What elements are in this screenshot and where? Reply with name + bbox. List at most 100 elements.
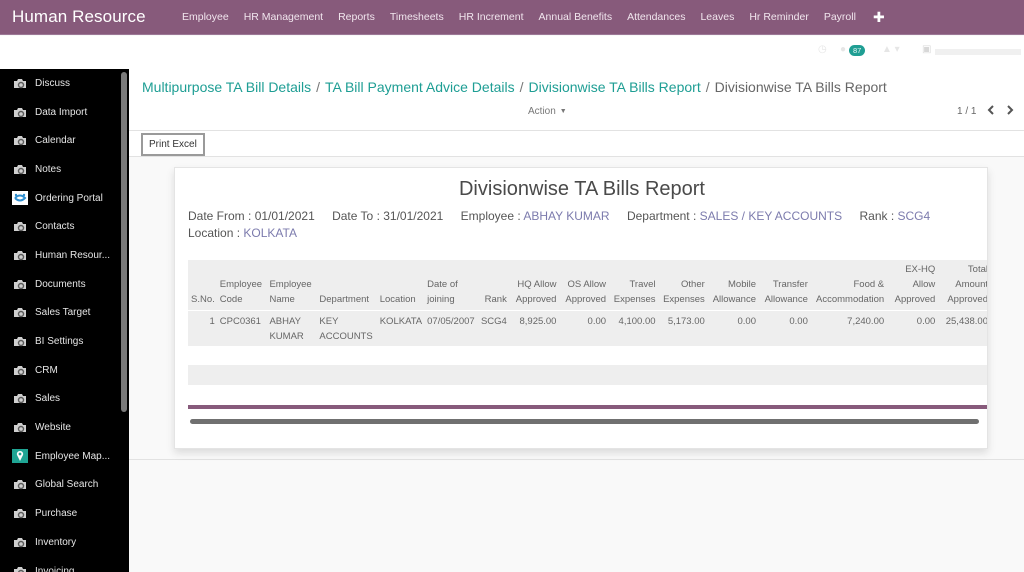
column-header: Food & Accommodation (809, 260, 887, 311)
sidebar-item-employee-map[interactable]: Employee Map... (0, 442, 129, 471)
menu-item-hr-increment[interactable]: HR Increment (459, 11, 524, 23)
sidebar-item-human-resour[interactable]: Human Resour... (0, 241, 129, 270)
cell-food-accommodation: 7,240.00 (809, 310, 887, 346)
sidebar-item-calendar[interactable]: Calendar (0, 126, 129, 155)
cell-department: KEY ACCOUNTS (316, 310, 377, 346)
sidebar-item-inventory[interactable]: Inventory (0, 528, 129, 557)
camera-icon (12, 363, 28, 377)
messages-badge[interactable]: 87 (849, 45, 866, 56)
sidebar-item-label: Sales Target (35, 307, 91, 319)
cell-mobile-allowance: 0.00 (706, 310, 758, 346)
sidebar-item-ordering-portal[interactable]: Ordering Portal (0, 184, 129, 213)
cell-transfer-allowance: 0.00 (758, 310, 810, 346)
sidebar-item-label: Website (35, 422, 71, 434)
divider-line (188, 405, 987, 409)
breadcrumb-link[interactable]: Multipurpose TA Bill Details (142, 79, 311, 95)
chevron-right-icon (1007, 105, 1014, 115)
column-header: Rank (477, 260, 509, 311)
filter-label: Date From : (188, 209, 255, 223)
chat-icon[interactable]: ● (840, 44, 846, 55)
sidebar-item-purchase[interactable]: Purchase (0, 499, 129, 528)
print-excel-button[interactable]: Print Excel (141, 133, 205, 156)
sidebar-item-label: Sales (35, 393, 61, 405)
menu-item-hr-reminder[interactable]: Hr Reminder (749, 11, 809, 23)
sidebar-item-label: BI Settings (35, 336, 84, 348)
column-header: EX-HQ Allow Approved (886, 260, 938, 311)
sidebar-item-sales-target[interactable]: Sales Target (0, 299, 129, 328)
menu-item-timesheets[interactable]: Timesheets (390, 11, 444, 23)
filter-label: Department : (626, 209, 700, 223)
column-header: OS Allow Approved (558, 260, 609, 311)
button-bar: Print Excel (129, 131, 1024, 157)
breadcrumb-current: Divisionwise TA Bills Report (714, 79, 887, 95)
sidebar-item-label: Global Search (35, 479, 99, 491)
menu-item-reports[interactable]: Reports (338, 11, 375, 23)
camera-icon (12, 76, 28, 90)
control-panel: Multipurpose TA Bill Details / TA Bill Pay… (129, 69, 1024, 131)
column-header: Location (376, 260, 425, 311)
user-name[interactable] (935, 49, 1021, 55)
company-icon[interactable]: ▣ (922, 44, 931, 55)
column-header: Employee Name (266, 260, 317, 311)
sidebar-item-label: Contacts (35, 221, 75, 233)
sidebar-item-documents[interactable]: Documents (0, 270, 129, 299)
pager-previous-button[interactable] (987, 103, 995, 118)
sidebar-item-invoicing[interactable]: Invoicing (0, 557, 129, 572)
column-header: Department (316, 260, 377, 311)
form-sheet-area: Divisionwise TA Bills Report Date From :… (129, 157, 1024, 460)
menu-item-leaves[interactable]: Leaves (700, 11, 734, 23)
action-label: Action (528, 106, 556, 117)
breadcrumb-link[interactable]: TA Bill Payment Advice Details (325, 79, 515, 95)
camera-icon (12, 277, 28, 291)
menu-item-employee[interactable]: Employee (182, 11, 229, 23)
sidebar-item-crm[interactable]: CRM (0, 356, 129, 385)
column-header: Employee Code (216, 260, 267, 311)
pager-next-button[interactable] (1006, 103, 1014, 118)
filter-label: Location : (188, 226, 244, 240)
sidebar-item-label: Discuss (35, 77, 71, 89)
plus-icon[interactable]: ✚ (873, 9, 885, 26)
top-navbar: Human Resource Employee HR Management Repo… (0, 0, 1024, 35)
breadcrumb-separator: / (705, 79, 710, 95)
cell-s-no: 1 (188, 310, 217, 346)
sidebar-item-data-import[interactable]: Data Import (0, 98, 129, 127)
menu-item-payroll[interactable]: Payroll (824, 11, 856, 23)
column-header: Travel Expenses (608, 260, 658, 311)
sidebar-scrollbar[interactable] (121, 72, 127, 412)
menu-item-annual-benefits[interactable]: Annual Benefits (539, 11, 613, 23)
pager-value: 1 / 1 (957, 106, 977, 117)
menu-item-attendances[interactable]: Attendances (627, 11, 685, 23)
camera-icon (12, 335, 28, 349)
filter-value: ABHAY KUMAR (523, 209, 610, 223)
main-content: Multipurpose TA Bill Details / TA Bill Pay… (129, 69, 1024, 572)
sidebar-item-notes[interactable]: Notes (0, 155, 129, 184)
sidebar-item-website[interactable]: Website (0, 413, 129, 442)
sidebar-item-label: Purchase (35, 508, 78, 520)
action-dropdown[interactable]: Action ▼ (528, 106, 567, 117)
sidebar-item-label: Invoicing (35, 565, 75, 572)
sidebar-item-bi-settings[interactable]: BI Settings (0, 327, 129, 356)
sidebar-item-label: Notes (35, 163, 62, 175)
cell-employee-code: CPC0361 (216, 310, 267, 346)
sidebar-item-contacts[interactable]: Contacts (0, 212, 129, 241)
camera-icon (12, 507, 28, 521)
sidebar-item-sales[interactable]: Sales (0, 385, 129, 414)
filter-label: Date To : (332, 209, 384, 223)
report-sheet: Divisionwise TA Bills Report Date From :… (174, 167, 988, 449)
sidebar-item-global-search[interactable]: Global Search (0, 471, 129, 500)
sidebar-item-label: Inventory (35, 536, 77, 548)
sidebar-item-discuss[interactable]: Discuss (0, 69, 129, 98)
user-icon[interactable]: ▲ ▾ (882, 44, 900, 55)
clock-icon[interactable]: ◷ (818, 44, 827, 55)
filter-department: Department : SALES / KEY ACCOUNTS (627, 209, 842, 223)
breadcrumb-link[interactable]: Divisionwise TA Bills Report (529, 79, 701, 95)
cell-total-amount-approved: 25,438.00 (937, 310, 987, 346)
horizontal-scrollbar[interactable] (190, 419, 979, 424)
table-row: 1 CPC0361 ABHAY KUMAR KEY ACCOUNTS KOLKATA 07… (188, 310, 987, 346)
column-header: Mobile Allowance (706, 260, 758, 311)
menu-item-hr-management[interactable]: HR Management (244, 11, 323, 23)
filter-location: Location : KOLKATA (188, 226, 297, 240)
cell-other-expenses: 5,173.00 (657, 310, 707, 346)
app-title[interactable]: Human Resource (0, 7, 182, 27)
column-header: Total Amount Approved (937, 260, 987, 311)
